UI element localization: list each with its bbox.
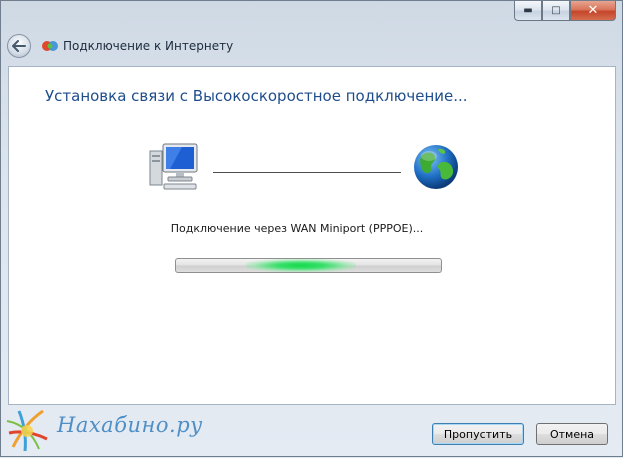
back-arrow-icon	[12, 40, 26, 52]
close-button[interactable]: ✕	[570, 1, 616, 21]
content-panel: Установка связи с Высокоскоростное подкл…	[8, 66, 616, 405]
skip-button[interactable]: Пропустить	[432, 423, 524, 445]
connection-progress-bar	[175, 258, 442, 273]
computer-icon	[149, 143, 198, 190]
caption-buttons: ▬ □ ✕	[514, 1, 616, 21]
minimize-button[interactable]: ▬	[514, 1, 542, 21]
connection-line	[213, 172, 401, 173]
maximize-button[interactable]: □	[542, 1, 570, 21]
navigation-bar: Подключение к Интернету	[7, 33, 233, 59]
cancel-button[interactable]: Отмена	[536, 423, 608, 445]
network-connection-icon	[42, 41, 58, 51]
watermark-logo	[6, 409, 48, 452]
status-text: Подключение через WAN Miniport (PPPOE)..…	[170, 222, 424, 235]
window-title: Подключение к Интернету	[63, 39, 234, 53]
wizard-window: ▬ □ ✕ Подключение к Интернету Установка …	[0, 0, 623, 457]
footer: Нахабино.ру Пропустить Отмена	[1, 405, 623, 458]
page-heading: Установка связи с Высокоскоростное подкл…	[45, 87, 468, 105]
back-button[interactable]	[7, 34, 31, 58]
watermark-brand: Нахабино.ру	[57, 413, 203, 437]
progress-indicator	[246, 259, 356, 272]
globe-icon	[414, 145, 458, 189]
